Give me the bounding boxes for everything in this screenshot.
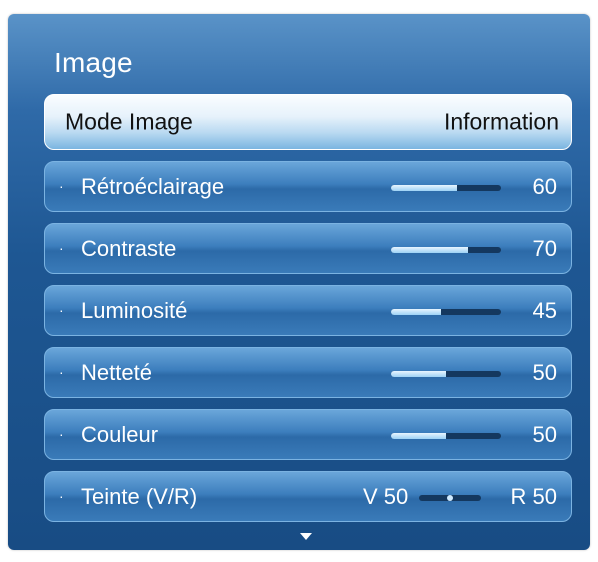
- menu-item-value: 70: [532, 235, 557, 261]
- bullet-icon: ·: [59, 488, 64, 504]
- slider-fill: [391, 185, 457, 191]
- menu-item-mode-image[interactable]: Mode Image Information: [44, 94, 572, 150]
- tint-red-value: R 50: [510, 483, 557, 509]
- bullet-icon: ·: [59, 240, 64, 256]
- backlight-slider[interactable]: [391, 185, 501, 191]
- menu-item-value: Information: [443, 108, 559, 135]
- bullet-icon: ·: [59, 364, 64, 380]
- menu-item-value: 60: [532, 173, 557, 199]
- menu-item-label: Couleur: [81, 421, 159, 447]
- menu-item-label: Rétroéclairage: [81, 173, 225, 199]
- bullet-icon: ·: [59, 178, 64, 194]
- tint-slider-knob[interactable]: [447, 495, 453, 501]
- menu-item-backlight[interactable]: · Rétroéclairage 60: [44, 161, 572, 212]
- menu-item-label: Luminosité: [81, 297, 188, 323]
- menu-item-label: Contraste: [81, 235, 177, 261]
- menu-item-label: Netteté: [81, 359, 152, 385]
- tint-slider[interactable]: [419, 495, 481, 501]
- menu-item-label: Teinte (V/R): [81, 483, 198, 509]
- menu-title: Image: [54, 47, 133, 78]
- menu-item-value: 50: [532, 359, 557, 385]
- color-slider[interactable]: [391, 433, 501, 439]
- brightness-slider[interactable]: [391, 309, 501, 315]
- slider-fill: [391, 433, 446, 439]
- menu-item-label: Mode Image: [65, 108, 193, 135]
- menu-item-brightness[interactable]: · Luminosité 45: [44, 285, 572, 336]
- slider-fill: [391, 309, 441, 315]
- arrow-down-icon[interactable]: [300, 533, 312, 540]
- bullet-icon: ·: [59, 426, 64, 442]
- tint-green-value: V 50: [363, 483, 409, 509]
- sharpness-slider[interactable]: [391, 371, 501, 377]
- menu-item-value: 50: [532, 421, 557, 447]
- contrast-slider[interactable]: [391, 247, 501, 253]
- menu-item-tint[interactable]: · Teinte (V/R) V 50 R 50: [44, 471, 572, 522]
- menu-item-value: 45: [532, 297, 557, 323]
- menu-item-contrast[interactable]: · Contraste 70: [44, 223, 572, 274]
- menu-item-color[interactable]: · Couleur 50: [44, 409, 572, 460]
- slider-fill: [391, 371, 446, 377]
- bullet-icon: ·: [59, 302, 64, 318]
- menu-item-sharpness[interactable]: · Netteté 50: [44, 347, 572, 398]
- slider-fill: [391, 247, 468, 253]
